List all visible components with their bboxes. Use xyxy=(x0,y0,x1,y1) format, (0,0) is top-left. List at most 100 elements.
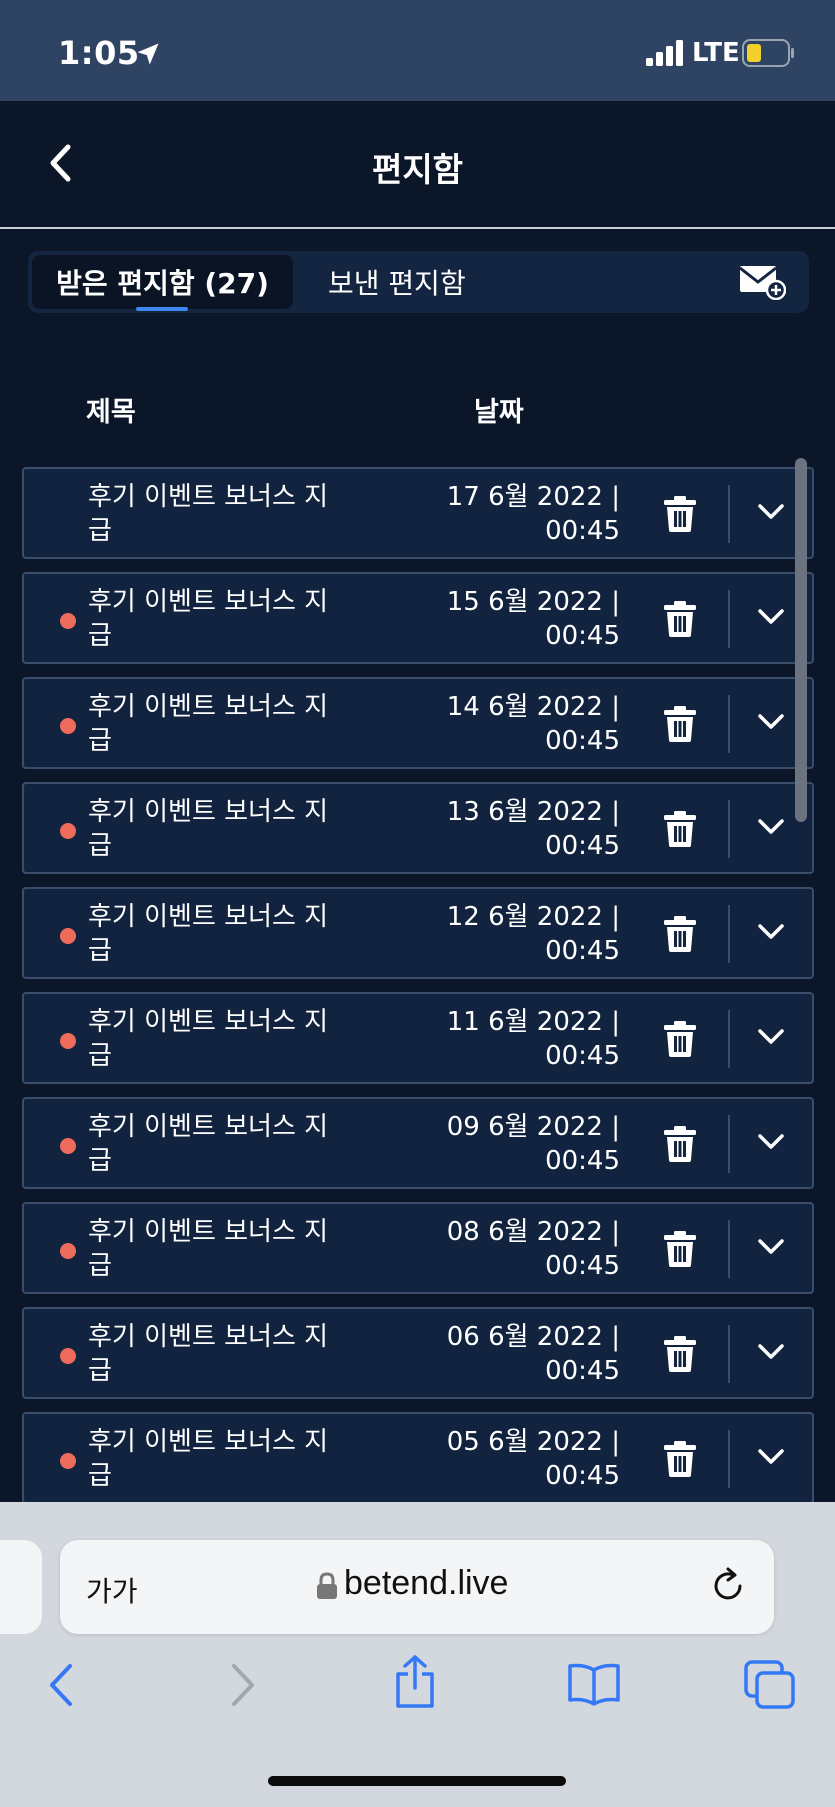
tab-inbox[interactable]: 받은 편지함 (27) xyxy=(32,255,293,311)
row-divider xyxy=(728,590,730,648)
message-date-day: 06 6월 2022 | xyxy=(446,1322,620,1352)
text-size-button[interactable]: 가가 xyxy=(86,1570,138,1610)
signal-icon xyxy=(646,40,683,66)
message-subject: 후기 이벤트 보너스 지급 xyxy=(88,1007,329,1071)
message-subject: 후기 이벤트 보너스 지급 xyxy=(88,587,329,651)
trash-icon[interactable] xyxy=(662,600,698,638)
column-header-date: 날짜 xyxy=(474,397,524,428)
message-row[interactable]: 후기 이벤트 보너스 지급 12 6월 2022 | 00:45 xyxy=(22,887,814,979)
chevron-down-icon[interactable] xyxy=(756,606,786,628)
message-date: 09 6월 2022 | 00:45 xyxy=(354,1110,620,1178)
chevron-down-icon[interactable] xyxy=(756,1341,786,1363)
location-arrow-icon xyxy=(137,43,159,65)
message-date-day: 13 6월 2022 | xyxy=(446,797,620,827)
message-row[interactable]: 후기 이벤트 보너스 지급 09 6월 2022 | 00:45 xyxy=(22,1097,814,1189)
message-subject: 후기 이벤트 보너스 지급 xyxy=(88,482,329,546)
column-header-subject: 제목 xyxy=(86,397,136,428)
unread-dot xyxy=(60,613,76,629)
address-bar[interactable]: 가가 betend.live xyxy=(60,1540,774,1634)
message-subject: 후기 이벤트 보너스 지급 xyxy=(88,692,329,756)
row-divider xyxy=(728,905,730,963)
tab-sent[interactable]: 보낸 편지함 xyxy=(328,255,466,309)
message-subject: 후기 이벤트 보너스 지급 xyxy=(88,797,329,861)
previous-tab-card[interactable] xyxy=(0,1540,42,1634)
chevron-down-icon[interactable] xyxy=(756,1446,786,1468)
unread-dot xyxy=(60,718,76,734)
row-divider xyxy=(728,1010,730,1068)
message-date-day: 15 6월 2022 | xyxy=(446,587,620,617)
message-date-day: 14 6월 2022 | xyxy=(446,692,620,722)
row-divider xyxy=(728,1220,730,1278)
trash-icon[interactable] xyxy=(662,495,698,533)
message-row[interactable]: 후기 이벤트 보너스 지급 15 6월 2022 | 00:45 xyxy=(22,572,814,664)
trash-icon[interactable] xyxy=(662,1125,698,1163)
message-date: 05 6월 2022 | 00:45 xyxy=(354,1425,620,1493)
status-time: 1:05 xyxy=(58,34,140,72)
chevron-down-icon[interactable] xyxy=(756,1026,786,1048)
chevron-down-icon[interactable] xyxy=(756,501,786,523)
message-subject: 후기 이벤트 보너스 지급 xyxy=(88,1217,329,1281)
message-row[interactable]: 후기 이벤트 보너스 지급 11 6월 2022 | 00:45 xyxy=(22,992,814,1084)
message-date: 11 6월 2022 | 00:45 xyxy=(354,1005,620,1073)
message-row[interactable]: 후기 이벤트 보너스 지급 08 6월 2022 | 00:45 xyxy=(22,1202,814,1294)
message-subject: 후기 이벤트 보너스 지급 xyxy=(88,1427,329,1491)
message-date: 06 6월 2022 | 00:45 xyxy=(354,1320,620,1388)
home-indicator xyxy=(268,1776,566,1786)
message-date-time: 00:45 xyxy=(545,621,620,651)
reload-icon[interactable] xyxy=(708,1566,748,1606)
tab-sent-label: 보낸 편지함 xyxy=(328,267,466,300)
message-row[interactable]: 후기 이벤트 보너스 지급 17 6월 2022 | 00:45 xyxy=(22,467,814,559)
trash-icon[interactable] xyxy=(662,1335,698,1373)
message-date-time: 00:45 xyxy=(545,1356,620,1386)
message-date-time: 00:45 xyxy=(545,1041,620,1071)
tabs-icon[interactable] xyxy=(744,1660,796,1710)
chevron-down-icon[interactable] xyxy=(756,1236,786,1258)
active-tab-indicator xyxy=(136,307,188,311)
message-date-time: 00:45 xyxy=(545,726,620,756)
tab-inbox-label: 받은 편지함 (27) xyxy=(56,267,269,300)
message-date-day: 11 6월 2022 | xyxy=(446,1007,620,1037)
row-divider xyxy=(728,1430,730,1488)
trash-icon[interactable] xyxy=(662,1020,698,1058)
unread-dot xyxy=(60,1348,76,1364)
trash-icon[interactable] xyxy=(662,810,698,848)
message-row[interactable]: 후기 이벤트 보너스 지급 05 6월 2022 | 00:45 xyxy=(22,1412,814,1504)
message-date-day: 12 6월 2022 | xyxy=(446,902,620,932)
browser-toolbar: 가가 betend.live xyxy=(0,1502,835,1807)
trash-icon[interactable] xyxy=(662,705,698,743)
browser-back-icon[interactable] xyxy=(46,1662,76,1708)
row-divider xyxy=(728,800,730,858)
message-date: 17 6월 2022 | 00:45 xyxy=(354,480,620,548)
scrollbar[interactable] xyxy=(795,458,807,822)
unread-dot xyxy=(60,1033,76,1049)
message-row[interactable]: 후기 이벤트 보너스 지급 14 6월 2022 | 00:45 xyxy=(22,677,814,769)
battery-icon xyxy=(742,39,794,67)
message-row[interactable]: 후기 이벤트 보너스 지급 06 6월 2022 | 00:45 xyxy=(22,1307,814,1399)
message-row[interactable]: 후기 이벤트 보너스 지급 13 6월 2022 | 00:45 xyxy=(22,782,814,874)
message-date-day: 05 6월 2022 | xyxy=(446,1427,620,1457)
message-date-time: 00:45 xyxy=(545,1461,620,1491)
lock-icon xyxy=(317,1572,337,1599)
share-icon[interactable] xyxy=(392,1654,438,1710)
trash-icon[interactable] xyxy=(662,1230,698,1268)
trash-icon[interactable] xyxy=(662,915,698,953)
message-date-time: 00:45 xyxy=(545,936,620,966)
unread-dot xyxy=(60,928,76,944)
trash-icon[interactable] xyxy=(662,1440,698,1478)
chevron-down-icon[interactable] xyxy=(756,816,786,838)
url-text[interactable]: betend.live xyxy=(344,1564,508,1603)
chevron-down-icon[interactable] xyxy=(756,1131,786,1153)
chevron-down-icon[interactable] xyxy=(756,711,786,733)
message-date: 12 6월 2022 | 00:45 xyxy=(354,900,620,968)
page-title: 편지함 xyxy=(371,150,464,189)
message-date-time: 00:45 xyxy=(545,1251,620,1281)
chevron-down-icon[interactable] xyxy=(756,921,786,943)
browser-forward-icon[interactable] xyxy=(228,1662,258,1708)
message-date: 08 6월 2022 | 00:45 xyxy=(354,1215,620,1283)
row-divider xyxy=(728,1325,730,1383)
row-divider xyxy=(728,485,730,543)
compose-mail-icon[interactable] xyxy=(738,264,786,300)
message-date: 15 6월 2022 | 00:45 xyxy=(354,585,620,653)
status-bar: 1:05 LTE xyxy=(0,0,835,101)
bookmarks-icon[interactable] xyxy=(566,1662,622,1706)
